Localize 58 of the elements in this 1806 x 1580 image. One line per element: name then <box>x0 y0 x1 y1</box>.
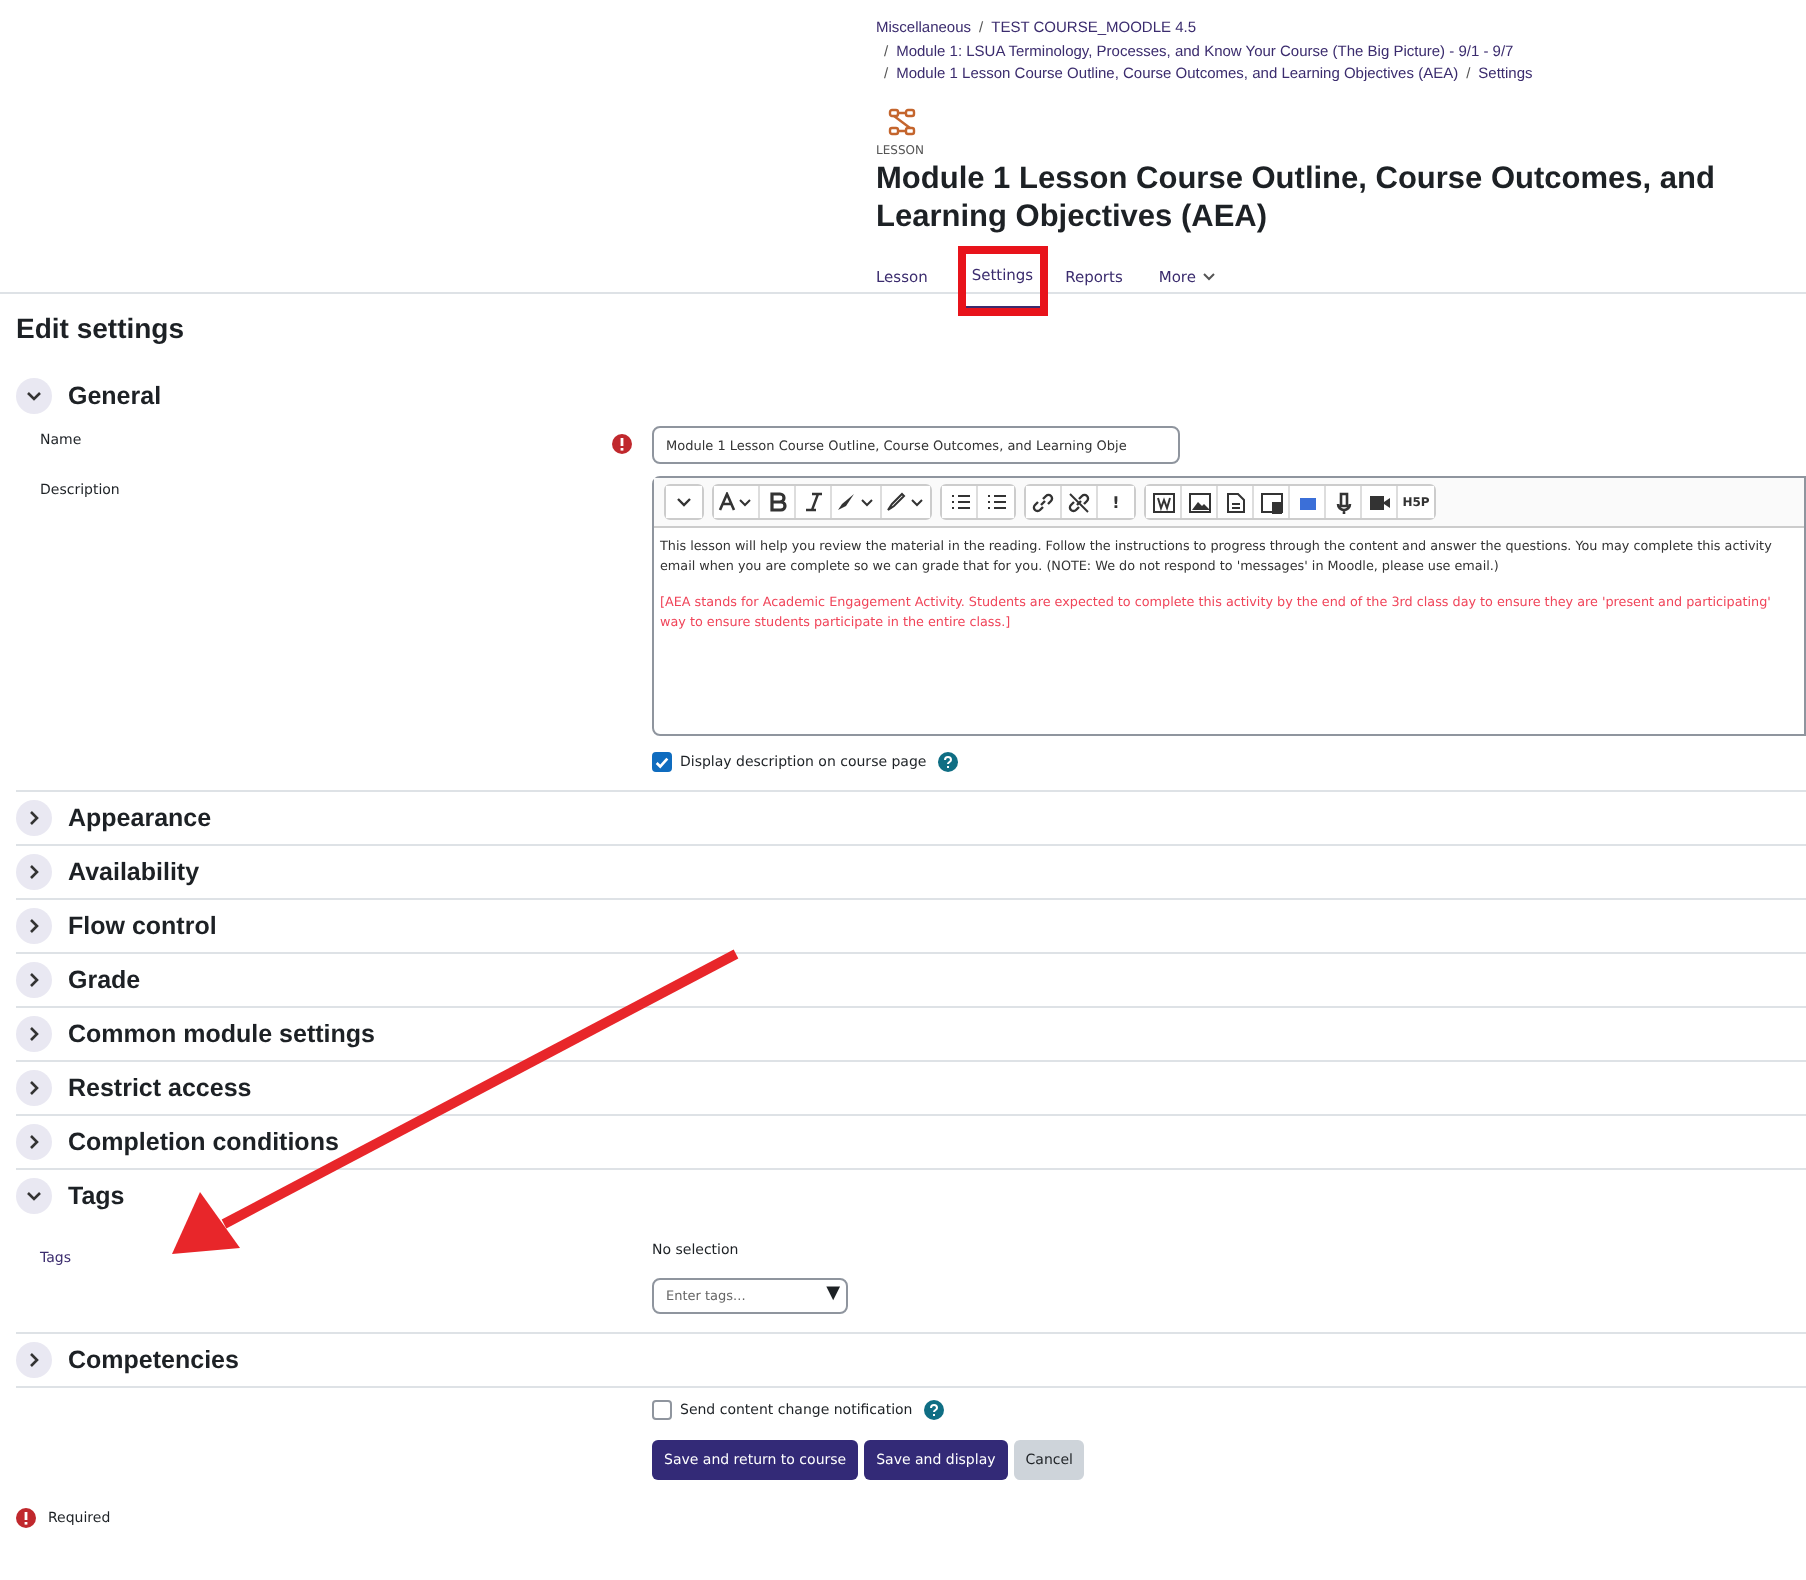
collapse-toggle[interactable] <box>16 1070 52 1106</box>
chevron-icon <box>24 386 44 406</box>
highlighter-icon[interactable] <box>882 486 930 518</box>
checkbox[interactable] <box>652 752 672 772</box>
section-title[interactable]: Tags <box>68 1182 125 1210</box>
chevron-icon <box>24 970 44 990</box>
section-title[interactable]: Availability <box>68 858 200 886</box>
caret-icon <box>1201 271 1216 281</box>
help-icon[interactable] <box>938 752 959 772</box>
collapse-toggle[interactable] <box>16 1342 52 1378</box>
section-title[interactable]: Grade <box>68 966 141 994</box>
font-icon[interactable] <box>714 486 760 518</box>
collapse-toggle[interactable] <box>16 378 52 414</box>
section-title[interactable]: Restrict access <box>68 1074 252 1102</box>
collapse-toggle[interactable] <box>16 1016 52 1052</box>
dropdown-caret[interactable]: ▼ <box>826 1284 840 1304</box>
chevron-icon <box>24 1078 44 1098</box>
text-editor[interactable] <box>652 476 1806 736</box>
page-title: Module 1 Lesson Course Outline, Course Outcomes, and Learning Objectives (AEA) <box>876 159 1717 235</box>
section-title[interactable]: General <box>68 382 162 410</box>
toolbar-toggle-button[interactable] <box>666 486 702 518</box>
italic-icon[interactable] <box>796 486 832 518</box>
required-icon <box>16 1508 36 1528</box>
bold-icon[interactable] <box>760 486 796 518</box>
checkbox[interactable] <box>652 1400 672 1420</box>
bullet-list-icon[interactable] <box>942 486 978 518</box>
collapse-toggle[interactable] <box>16 854 52 890</box>
brush-icon[interactable] <box>832 486 882 518</box>
media-embed-icon[interactable] <box>1254 486 1290 518</box>
microphone-icon[interactable] <box>1326 486 1362 518</box>
chevron-icon <box>24 1350 44 1370</box>
warning-button[interactable]: ! <box>1098 486 1134 518</box>
collapse-toggle[interactable] <box>16 962 52 998</box>
image-icon[interactable] <box>1182 486 1218 518</box>
section-title[interactable]: Competencies <box>68 1346 239 1374</box>
lesson-icon <box>888 107 916 135</box>
chevron-icon <box>24 916 44 936</box>
collapse-toggle[interactable] <box>16 908 52 944</box>
collapse-toggle[interactable] <box>16 800 52 836</box>
chevron-icon <box>24 1186 44 1206</box>
numbered-list-icon[interactable] <box>978 486 1014 518</box>
page-heading: Edit settings <box>16 312 187 344</box>
chevron-icon <box>24 862 44 882</box>
collapse-toggle[interactable] <box>16 1178 52 1214</box>
link-icon[interactable] <box>1026 486 1062 518</box>
section-title[interactable]: Appearance <box>68 804 212 832</box>
section-title[interactable]: Flow control <box>68 912 217 940</box>
chevron-icon <box>24 1132 44 1152</box>
section-title[interactable]: Completion conditions <box>68 1128 339 1156</box>
document-icon[interactable] <box>1218 486 1254 518</box>
unlink-icon[interactable] <box>1062 486 1098 518</box>
help-icon[interactable] <box>924 1400 945 1420</box>
chevron-icon <box>674 492 694 512</box>
chevron-icon <box>24 808 44 828</box>
video-icon[interactable] <box>1362 486 1398 518</box>
chevron-icon <box>24 1024 44 1044</box>
section-title[interactable]: Common module settings <box>68 1020 375 1048</box>
collapse-toggle[interactable] <box>16 1124 52 1160</box>
